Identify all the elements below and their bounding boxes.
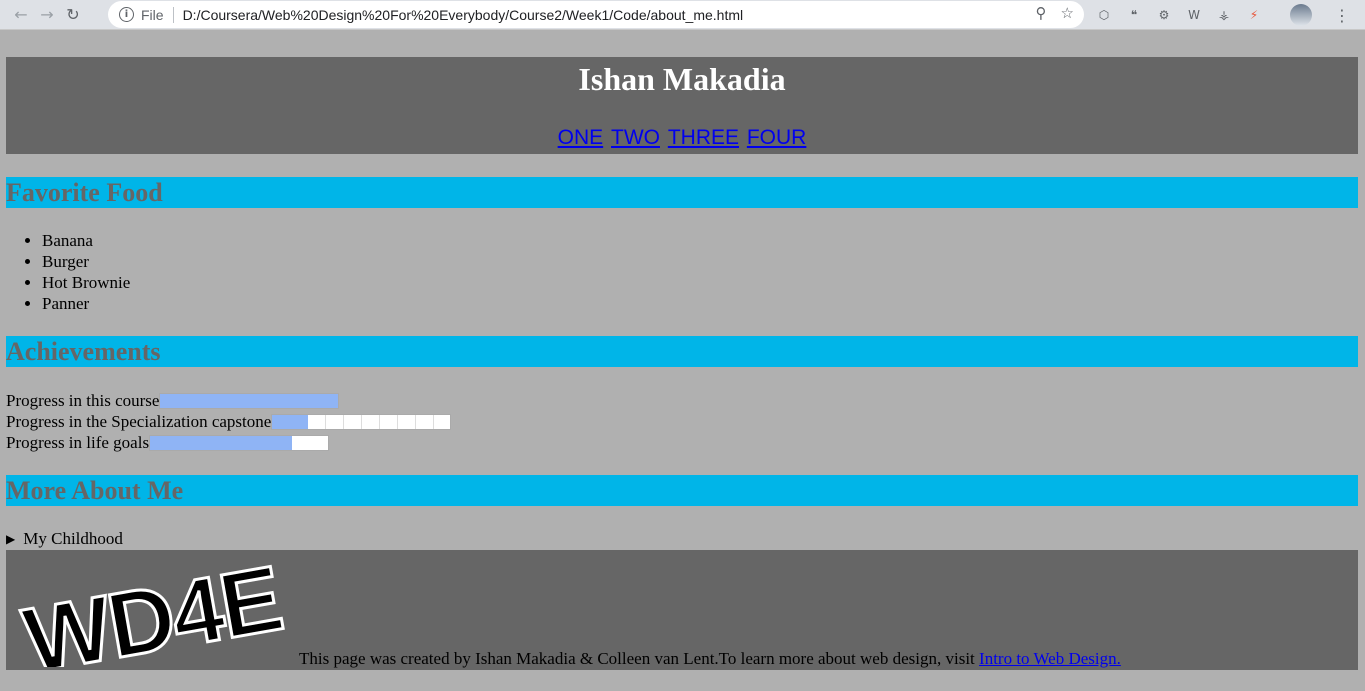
list-item: Burger (42, 251, 130, 272)
achievements-heading: Achievements (6, 336, 1358, 367)
main-nav: ONE TWO THREE FOUR (6, 126, 1358, 150)
list-item: Panner (42, 293, 130, 314)
nav-link-one[interactable]: ONE (558, 126, 604, 149)
page-footer: WD4E This page was created by Ishan Maka… (6, 550, 1358, 670)
menu-icon[interactable]: ⋮ (1334, 6, 1350, 25)
progress-bar-life-goals (149, 434, 330, 451)
page-title: Ishan Makadia (578, 61, 786, 97)
extension-bolt-icon[interactable]: ⚡ (1244, 5, 1264, 25)
progress-fill (150, 435, 293, 450)
page-header: Ishan Makadia ONE TWO THREE FOUR (6, 57, 1358, 154)
food-list: Banana Burger Hot Brownie Panner (6, 230, 130, 314)
nav-link-two[interactable]: TWO (611, 126, 660, 149)
address-bar[interactable]: i File D:/Coursera/Web%20Design%20For%20… (108, 1, 1084, 28)
extension-w-icon[interactable]: W (1184, 5, 1204, 25)
details-summary[interactable]: My Childhood (23, 529, 123, 549)
progress-fill (160, 393, 339, 408)
disclosure-triangle-icon[interactable]: ▶ (6, 532, 15, 546)
list-item: Hot Brownie (42, 272, 130, 293)
extension-chat-icon[interactable]: ❝ (1124, 5, 1144, 25)
omnibox-divider (172, 6, 174, 23)
progress-bar-course (159, 392, 340, 409)
svg-text:WD4E: WD4E (17, 552, 289, 667)
nav-link-three[interactable]: THREE (668, 126, 739, 149)
progress-label: Progress in the Specialization capstone (6, 412, 272, 431)
wd4e-logo: WD4E (16, 552, 290, 667)
browser-toolbar: ← → ↻ i File D:/Coursera/Web%20Design%20… (0, 0, 1365, 30)
url-scheme: File (141, 6, 164, 23)
extension-shield-icon[interactable]: ⬡ (1094, 5, 1114, 25)
progress-label: Progress in life goals (6, 433, 150, 452)
footer-credit: This page was created by Ishan Makadia &… (299, 649, 1121, 669)
progress-label: Progress in this course (6, 391, 160, 410)
progress-fill (272, 414, 308, 429)
forward-button[interactable]: → (34, 2, 60, 28)
info-icon[interactable]: i (119, 7, 134, 22)
url-text[interactable]: D:/Coursera/Web%20Design%20For%20Everybo… (183, 7, 744, 23)
extension-key-icon[interactable]: ⚶ (1214, 5, 1234, 25)
progress-bar-capstone (271, 413, 452, 430)
progress-row: Progress in the Specialization capstone (6, 411, 452, 432)
progress-row: Progress in life goals (6, 432, 451, 453)
list-item: Banana (42, 230, 130, 251)
reload-button[interactable]: ↻ (60, 2, 86, 28)
progress-list: Progress in this course Progress in the … (6, 390, 452, 453)
more-about-me-heading: More About Me (6, 475, 1358, 506)
footer-text: This page was created by Ishan Makadia &… (299, 649, 980, 668)
bookmark-star-icon[interactable]: ☆ (1061, 4, 1074, 22)
zoom-icon[interactable]: ⚲ (1036, 4, 1047, 22)
nav-link-four[interactable]: FOUR (747, 126, 807, 149)
intro-web-design-link[interactable]: Intro to Web Design. (979, 649, 1121, 668)
childhood-details[interactable]: ▶ My Childhood (6, 529, 123, 549)
progress-row: Progress in this course (6, 390, 451, 411)
extension-gear-icon[interactable]: ⚙ (1154, 5, 1174, 25)
back-button[interactable]: ← (8, 2, 34, 28)
favorite-food-heading: Favorite Food (6, 177, 1358, 208)
profile-avatar[interactable] (1290, 4, 1312, 26)
